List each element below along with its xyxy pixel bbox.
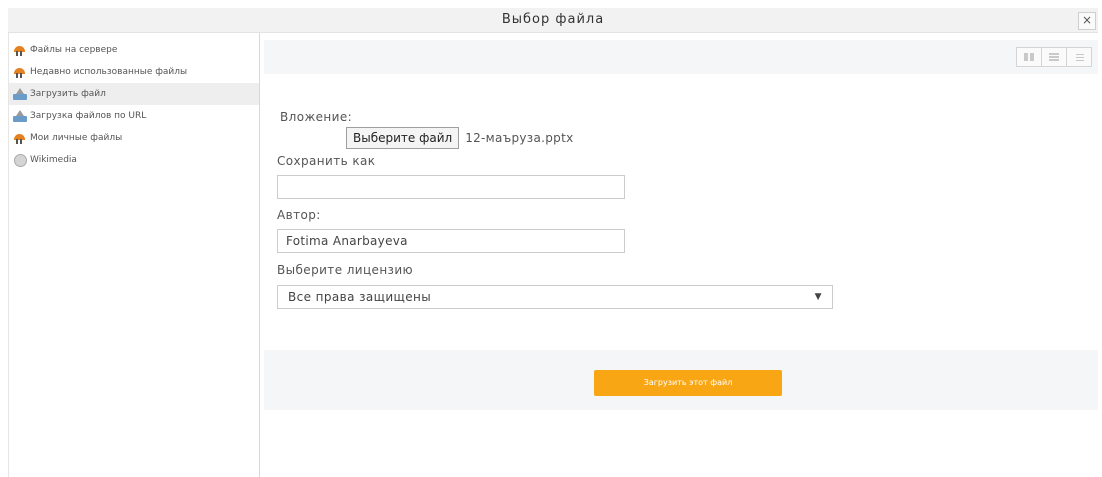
- moodle-icon: [13, 43, 27, 57]
- repository-list: Файлы на сервере Недавно использованные …: [9, 33, 259, 171]
- sidebar-item-wikimedia[interactable]: Wikimedia: [9, 149, 259, 171]
- wikimedia-icon: [13, 153, 27, 167]
- attachment-label: Вложение:: [280, 110, 353, 124]
- sidebar-item-recent-files[interactable]: Недавно использованные файлы: [9, 61, 259, 83]
- license-selected-value: Все права защищены: [288, 290, 432, 304]
- list-view-button[interactable]: [1041, 47, 1067, 67]
- sidebar-item-label: Загрузить файл: [30, 89, 106, 99]
- license-label: Выберите лицензию: [277, 263, 414, 277]
- sidebar-item-label: Загрузка файлов по URL: [30, 111, 147, 121]
- sidebar-item-private-files[interactable]: Мои личные файлы: [9, 127, 259, 149]
- tree-view-button[interactable]: [1066, 47, 1092, 67]
- moodle-icon: [13, 65, 27, 79]
- chevron-down-icon: ▼: [814, 292, 822, 302]
- moodle-icon: [13, 131, 27, 145]
- sidebar-item-label: Wikimedia: [30, 155, 77, 165]
- choose-file-button[interactable]: Выберите файл: [346, 127, 460, 149]
- dialog-titlebar: Выбор файла ×: [8, 8, 1098, 33]
- chosen-file-name: 12-маъруза.pptx: [465, 131, 574, 145]
- close-button[interactable]: ×: [1078, 12, 1096, 30]
- form-footer: Загрузить этот файл: [264, 350, 1098, 410]
- sidebar-item-label: Недавно использованные файлы: [30, 67, 188, 77]
- author-label: Автор:: [277, 208, 321, 222]
- file-picker-dialog: Выбор файла × Файлы на сервере Недавно и…: [0, 0, 1102, 477]
- sidebar-item-url-download[interactable]: Загрузка файлов по URL: [9, 105, 259, 127]
- sidebar-item-upload-file[interactable]: Загрузить файл: [9, 83, 259, 105]
- view-mode-buttons: [1016, 47, 1092, 67]
- repository-sidebar: Файлы на сервере Недавно использованные …: [8, 33, 260, 477]
- author-input[interactable]: [277, 229, 625, 253]
- sidebar-item-server-files[interactable]: Файлы на сервере: [9, 39, 259, 61]
- file-chooser: Выберите файл 12-маъруза.pptx: [346, 127, 573, 149]
- view-toolbar: [264, 40, 1098, 74]
- upload-icon: [13, 87, 27, 101]
- save-as-label: Сохранить как: [277, 154, 376, 168]
- upload-form: Вложение: Выберите файл 12-маъруза.pptx …: [264, 74, 1098, 350]
- upload-file-button[interactable]: Загрузить этот файл: [594, 370, 782, 396]
- dialog-title: Выбор файла: [501, 12, 605, 27]
- sidebar-item-label: Файлы на сервере: [30, 45, 118, 55]
- upload-icon: [13, 109, 27, 123]
- save-as-input[interactable]: [277, 175, 625, 199]
- sidebar-item-label: Мои личные файлы: [30, 133, 123, 143]
- license-select[interactable]: Все права защищены ▼: [277, 285, 833, 309]
- icon-view-button[interactable]: [1016, 47, 1042, 67]
